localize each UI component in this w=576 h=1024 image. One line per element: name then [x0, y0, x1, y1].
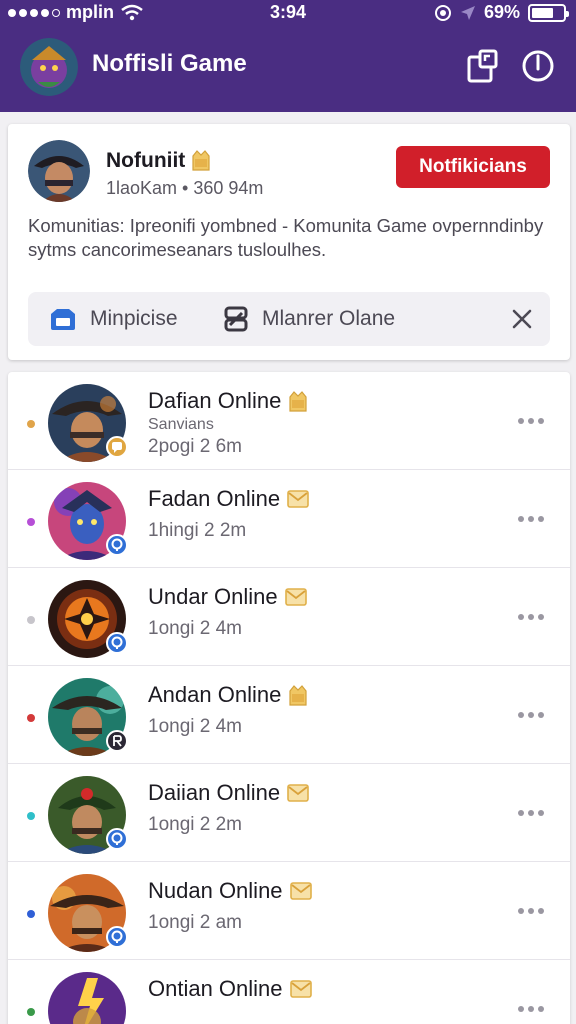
member-row[interactable]: Dafian Online Sanvians 2pogi 2 6m [8, 372, 570, 470]
app-title: Noffisli Game [92, 50, 247, 77]
community-description: Komunitias: Ipreonifi yombned - Komunita… [28, 215, 544, 260]
tab-label: Mlanrer Olane [262, 307, 396, 330]
member-row[interactable]: Daiian Online 1ongi 2 2m [8, 764, 570, 862]
member-name-row: Undar Online [148, 584, 308, 610]
location-icon [106, 926, 128, 948]
online-status-dot [27, 910, 35, 918]
member-name-row: Andan Online [148, 682, 311, 708]
location-icon [106, 828, 128, 850]
mail-icon [289, 882, 312, 900]
member-name: Dafian Online [148, 388, 282, 413]
member-status: Sanvians [148, 416, 214, 433]
member-avatar[interactable] [48, 776, 128, 854]
online-status-dot [27, 616, 35, 624]
more-options-button[interactable] [518, 512, 548, 526]
power-button[interactable] [518, 46, 558, 86]
r-icon [106, 730, 128, 752]
member-last-seen: 2pogi 2 6m [148, 436, 243, 457]
online-status-dot [27, 420, 35, 428]
location-arrow-icon [460, 5, 475, 20]
profile-name: Nofuniit [106, 149, 186, 172]
mail-icon [287, 490, 309, 508]
mail-icon [289, 980, 312, 998]
member-name-row: Dafian Online [148, 388, 311, 414]
member-last-seen: 1hingi 2 2m [148, 520, 247, 541]
member-row[interactable]: Ontian Online [8, 960, 570, 1024]
member-row[interactable]: Andan Online 1ongi 2 4m [8, 666, 570, 764]
more-options-button[interactable] [518, 610, 548, 624]
chat-icon [106, 436, 128, 458]
member-avatar[interactable] [48, 972, 126, 1024]
member-avatar[interactable] [48, 384, 128, 462]
trophy-icon [289, 391, 307, 412]
more-options-button[interactable] [518, 806, 548, 820]
member-name: Undar Online [148, 584, 278, 609]
online-status-dot [27, 812, 35, 820]
location-icon [106, 534, 128, 556]
profile-name-row: Nofuniit [106, 148, 213, 174]
member-name-row: Ontian Online [148, 976, 313, 1002]
location-icon [106, 632, 128, 654]
close-button[interactable] [508, 305, 536, 333]
link-icon [224, 306, 248, 332]
battery-icon [528, 3, 569, 22]
power-icon [522, 50, 554, 82]
status-bar: mplin 3:94 69% [0, 0, 576, 26]
more-options-button[interactable] [518, 708, 548, 722]
share-button[interactable] [462, 46, 502, 86]
trophy-icon [192, 150, 210, 171]
member-avatar[interactable] [48, 580, 128, 658]
tab-bar: Minpicise Mlanrer Olane [28, 292, 550, 346]
battery-percent: 69% [483, 2, 520, 22]
member-name-row: Fadan Online [148, 486, 310, 512]
member-avatar[interactable] [48, 678, 128, 756]
notifications-button[interactable]: Notfikicians [396, 146, 550, 188]
member-name: Daiian Online [148, 780, 281, 805]
more-options-button[interactable] [518, 1002, 548, 1016]
member-name-row: Daiian Online [148, 780, 310, 806]
member-row[interactable]: Undar Online 1ongi 2 4m [8, 568, 570, 666]
member-name: Ontian Online [148, 976, 283, 1001]
close-icon [512, 309, 532, 329]
tab-mlanrer-olane[interactable]: Mlanrer Olane [222, 292, 395, 346]
mail-icon [284, 588, 307, 606]
tab-minpicise[interactable]: Minpicise [48, 292, 178, 346]
online-status-dot [27, 714, 35, 722]
profile-card: Nofuniit 1laoKam • 360 94m Notfikicians … [8, 124, 570, 360]
profile-subtitle: 1laoKam • 360 94m [106, 178, 264, 198]
member-list: Dafian Online Sanvians 2pogi 2 6m Fadan Onl… [8, 372, 570, 1024]
status-right: 69% [434, 2, 569, 23]
member-last-seen: 1ongi 2 4m [148, 618, 243, 639]
more-options-button[interactable] [518, 904, 548, 918]
member-name-row: Nudan Online [148, 878, 313, 904]
app-header: mplin 3:94 69% Noffisli Game [0, 0, 576, 112]
member-row[interactable]: Nudan Online 1ongi 2 am [8, 862, 570, 960]
member-last-seen: 1ongi 2 4m [148, 716, 243, 737]
at-icon [434, 4, 451, 21]
member-last-seen: 1ongi 2 2m [148, 814, 243, 835]
member-avatar[interactable] [48, 874, 128, 952]
trophy-icon [289, 685, 307, 706]
member-name: Andan Online [148, 682, 282, 707]
share-icon [467, 49, 498, 83]
online-status-dot [27, 518, 35, 526]
online-status-dot [27, 1008, 35, 1016]
game-logo-avatar[interactable] [20, 38, 78, 96]
member-name: Fadan Online [148, 486, 281, 511]
member-name: Nudan Online [148, 878, 283, 903]
member-row[interactable]: Fadan Online 1hingi 2 2m [8, 470, 570, 568]
window-icon [51, 309, 75, 330]
member-last-seen: 1ongi 2 am [148, 912, 243, 933]
more-options-button[interactable] [518, 414, 548, 428]
member-avatar[interactable] [48, 482, 128, 560]
tab-label: Minpicise [90, 307, 178, 330]
mail-icon [287, 784, 309, 802]
profile-avatar[interactable] [28, 140, 90, 202]
